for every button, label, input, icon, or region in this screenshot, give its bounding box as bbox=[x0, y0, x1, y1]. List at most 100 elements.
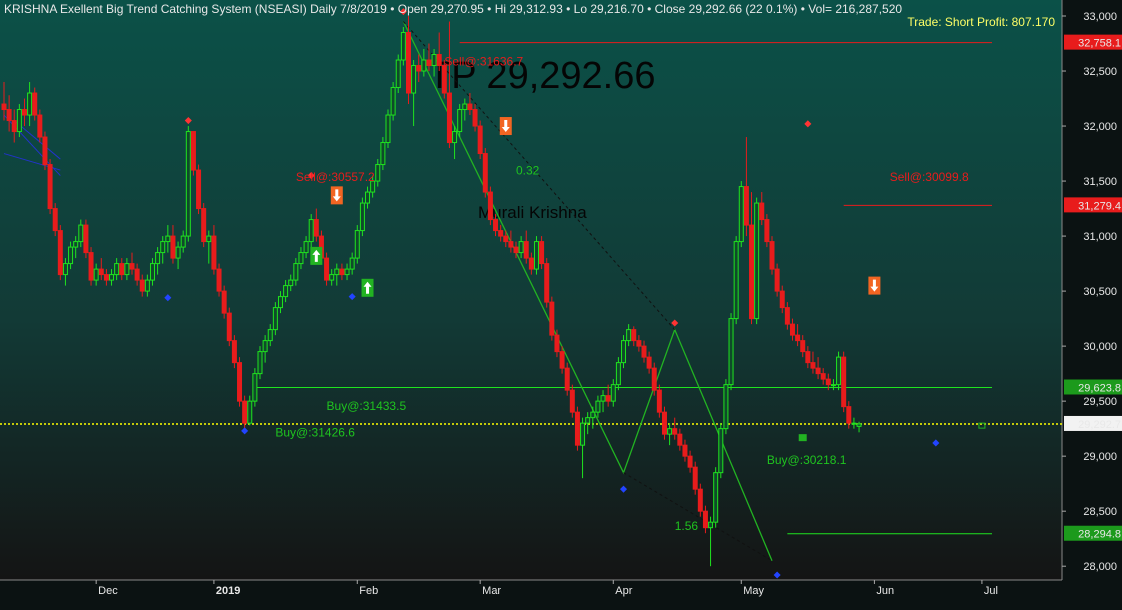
candle-body bbox=[247, 400, 253, 424]
annotation-label: Sell@:30557.2 bbox=[296, 170, 375, 184]
candle-body bbox=[533, 241, 539, 270]
candle-body bbox=[559, 351, 565, 369]
candle-body bbox=[754, 202, 760, 320]
candle-body bbox=[242, 400, 248, 424]
candle-body bbox=[380, 142, 386, 166]
candle-body bbox=[303, 241, 309, 254]
candle-body bbox=[288, 279, 294, 287]
x-tick-label: Apr bbox=[615, 585, 632, 597]
buy-signal-marker bbox=[361, 278, 374, 297]
candle-body bbox=[462, 103, 468, 111]
header-system: KRISHNA Exellent Big Trend Catching Syst… bbox=[4, 2, 337, 16]
header-volume: Vol= 216,287,520 bbox=[808, 2, 902, 16]
candle-body bbox=[549, 301, 555, 336]
y-tick-label: 30,500 bbox=[1083, 286, 1117, 298]
candle-body bbox=[723, 384, 729, 430]
header-lo: Lo 29,216.70 bbox=[574, 2, 644, 16]
candle-body bbox=[641, 345, 647, 358]
candle-body bbox=[201, 208, 207, 243]
header-hi: Hi 29,312.93 bbox=[495, 2, 563, 16]
candle-body bbox=[841, 356, 847, 408]
candle-body bbox=[789, 323, 795, 336]
candle-body bbox=[124, 263, 130, 276]
annotation-label: Sell@:31636.7 bbox=[444, 55, 523, 69]
y-axis-panel bbox=[1062, 0, 1122, 610]
y-tick-label: 31,500 bbox=[1083, 176, 1117, 188]
candle-body bbox=[334, 268, 340, 276]
candle-body bbox=[523, 241, 529, 259]
annotation-label: Buy@:31433.5 bbox=[327, 399, 407, 413]
candle-body bbox=[815, 367, 821, 375]
candle-body bbox=[759, 202, 765, 221]
candle-body bbox=[185, 131, 191, 237]
candle-body bbox=[47, 164, 53, 210]
candle-body bbox=[820, 373, 826, 380]
candle-body bbox=[237, 362, 243, 402]
candle-body bbox=[277, 296, 283, 309]
candle-body bbox=[21, 109, 27, 116]
candle-body bbox=[426, 59, 432, 67]
candle-body bbox=[272, 307, 278, 331]
candle-body bbox=[498, 230, 504, 237]
candle-body bbox=[574, 411, 580, 446]
candle-body bbox=[805, 351, 811, 364]
candle-body bbox=[359, 202, 365, 232]
x-tick-label: Jun bbox=[876, 585, 894, 597]
candle-body bbox=[590, 411, 596, 419]
candle-body bbox=[661, 411, 667, 435]
candle-body bbox=[98, 268, 104, 276]
candle-body bbox=[6, 109, 12, 122]
candle-body bbox=[779, 290, 785, 309]
candle-body bbox=[390, 87, 396, 116]
candle-body bbox=[283, 285, 289, 298]
candle-body bbox=[400, 32, 406, 61]
candle-body bbox=[554, 334, 560, 353]
buy-signal-marker bbox=[310, 246, 323, 265]
sell-signal-marker bbox=[868, 276, 881, 295]
candle-body bbox=[78, 224, 84, 243]
candle-body bbox=[68, 246, 74, 265]
price-label-text: 31,279.4 bbox=[1078, 200, 1121, 212]
candle-body bbox=[165, 235, 171, 243]
candle-body bbox=[73, 241, 79, 248]
candle-body bbox=[32, 92, 38, 116]
candle-body bbox=[196, 169, 202, 210]
candle-body bbox=[836, 356, 842, 386]
candle-body bbox=[446, 92, 452, 144]
candle-body bbox=[262, 340, 268, 353]
candle-body bbox=[129, 263, 135, 270]
price-label: 29,623.8 bbox=[1064, 379, 1122, 395]
candle-body bbox=[508, 241, 514, 248]
x-tick-label: Feb bbox=[359, 585, 378, 597]
candle-body bbox=[411, 65, 417, 94]
candle-body bbox=[216, 268, 222, 292]
candle-body bbox=[119, 263, 125, 276]
candle-body bbox=[52, 208, 58, 232]
price-label-text: 28,294.8 bbox=[1078, 529, 1121, 541]
candle-body bbox=[155, 252, 161, 265]
candle-body bbox=[518, 241, 524, 254]
candle-body bbox=[139, 279, 145, 292]
price-label-text: 29,292.7 bbox=[1078, 419, 1121, 431]
candle-body bbox=[493, 219, 499, 232]
x-tick-label: Jul bbox=[984, 585, 998, 597]
candle-body bbox=[656, 389, 662, 413]
candle-body bbox=[667, 428, 673, 435]
candle-body bbox=[564, 367, 570, 391]
candle-body bbox=[231, 340, 237, 364]
candle-body bbox=[503, 235, 509, 243]
candle-body bbox=[672, 428, 678, 435]
candle-body bbox=[856, 423, 862, 427]
price-label-text: 29,623.8 bbox=[1078, 382, 1121, 394]
candle-body bbox=[170, 235, 176, 259]
candle-body bbox=[344, 268, 350, 276]
candle-body bbox=[457, 109, 463, 133]
candle-body bbox=[339, 268, 345, 276]
candle-body bbox=[324, 257, 330, 281]
candle-body bbox=[487, 191, 493, 221]
sell-signal-marker bbox=[330, 186, 343, 205]
header-close: Close 29,292.66 (22 0.1%) bbox=[655, 2, 798, 16]
candle-body bbox=[1, 103, 7, 111]
header-date: 7/8/2019 bbox=[340, 2, 387, 16]
candle-body bbox=[349, 257, 355, 270]
